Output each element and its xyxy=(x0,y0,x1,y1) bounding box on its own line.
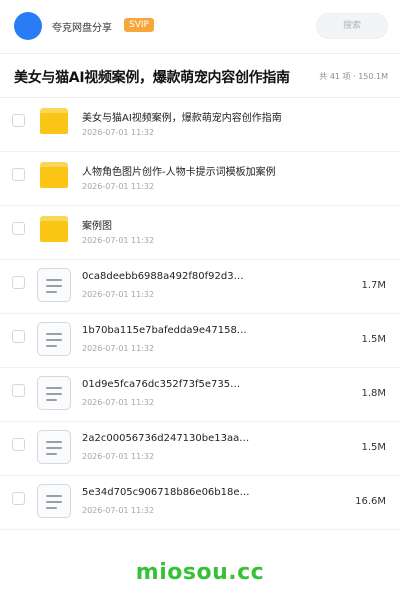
folder-row[interactable]: 案例图 2026-07-01 11:32 xyxy=(0,206,400,260)
share-summary: 共 41 项 · 150.1M xyxy=(319,72,388,81)
checkbox-icon[interactable] xyxy=(12,276,25,289)
file-date: 2026-07-01 11:32 xyxy=(82,506,155,515)
file-name[interactable]: 5e34d705c906718b86e06b18e… xyxy=(82,487,342,498)
checkbox-icon[interactable] xyxy=(12,168,25,181)
share-title-bar: 美女与猫AI视频案例，爆款萌宠内容创作指南 共 41 项 · 150.1M xyxy=(0,54,400,98)
file-date: 2026-07-01 11:32 xyxy=(82,128,155,137)
watermark: miosou.cc xyxy=(135,560,265,585)
folder-row[interactable]: 美女与猫AI视频案例，爆款萌宠内容创作指南 2026-07-01 11:32 xyxy=(0,98,400,152)
brand-name: 夸克网盘分享 xyxy=(52,23,112,34)
page-title: 美女与猫AI视频案例，爆款萌宠内容创作指南 xyxy=(14,70,290,86)
file-date: 2026-07-01 11:32 xyxy=(82,452,155,461)
svip-badge: SVIP xyxy=(124,18,154,32)
checkbox-icon[interactable] xyxy=(12,492,25,505)
file-date: 2026-07-01 11:32 xyxy=(82,398,155,407)
file-row[interactable]: 1b70ba115e7bafedda9e47158… 2026-07-01 11:… xyxy=(0,314,400,368)
file-size: 1.5M xyxy=(361,334,386,345)
file-name[interactable]: 人物角色图片创作-人物卡提示词模板加案例 xyxy=(82,163,342,178)
avatar[interactable] xyxy=(14,12,42,40)
folder-icon xyxy=(40,162,68,188)
file-name[interactable]: 1b70ba115e7bafedda9e47158… xyxy=(82,325,342,336)
file-name[interactable]: 2a2c00056736d247130be13aa… xyxy=(82,433,342,444)
checkbox-icon[interactable] xyxy=(12,222,25,235)
file-size: 1.7M xyxy=(361,280,386,291)
file-name[interactable]: 美女与猫AI视频案例，爆款萌宠内容创作指南 xyxy=(82,109,342,124)
folder-icon xyxy=(40,216,68,242)
file-name[interactable]: 0ca8deebb6988a492f80f92d3… xyxy=(82,271,342,282)
file-row[interactable]: 0ca8deebb6988a492f80f92d3… 2026-07-01 11:… xyxy=(0,260,400,314)
file-row[interactable]: 5e34d705c906718b86e06b18e… 2026-07-01 11:… xyxy=(0,476,400,530)
document-icon xyxy=(37,430,71,464)
checkbox-icon[interactable] xyxy=(12,114,25,127)
checkbox-icon[interactable] xyxy=(12,330,25,343)
folder-row[interactable]: 人物角色图片创作-人物卡提示词模板加案例 2026-07-01 11:32 xyxy=(0,152,400,206)
file-date: 2026-07-01 11:32 xyxy=(82,236,155,245)
search-input[interactable]: 搜索 xyxy=(316,13,388,39)
file-date: 2026-07-01 11:32 xyxy=(82,344,155,353)
document-icon xyxy=(37,322,71,356)
app-header: 夸克网盘分享 SVIP 搜索 xyxy=(0,0,400,54)
checkbox-icon[interactable] xyxy=(12,438,25,451)
file-size: 1.8M xyxy=(361,388,386,399)
file-size: 1.5M xyxy=(361,442,386,453)
file-size: 16.6M xyxy=(355,496,386,507)
document-icon xyxy=(37,484,71,518)
file-name[interactable]: 01d9e5fca76dc352f73f5e735… xyxy=(82,379,342,390)
document-icon xyxy=(37,376,71,410)
file-name[interactable]: 案例图 xyxy=(82,217,342,232)
document-icon xyxy=(37,268,71,302)
file-date: 2026-07-01 11:32 xyxy=(82,290,155,299)
checkbox-icon[interactable] xyxy=(12,384,25,397)
file-row[interactable]: 01d9e5fca76dc352f73f5e735… 2026-07-01 11:… xyxy=(0,368,400,422)
file-date: 2026-07-01 11:32 xyxy=(82,182,155,191)
file-row[interactable]: 2a2c00056736d247130be13aa… 2026-07-01 11:… xyxy=(0,422,400,476)
folder-icon xyxy=(40,108,68,134)
